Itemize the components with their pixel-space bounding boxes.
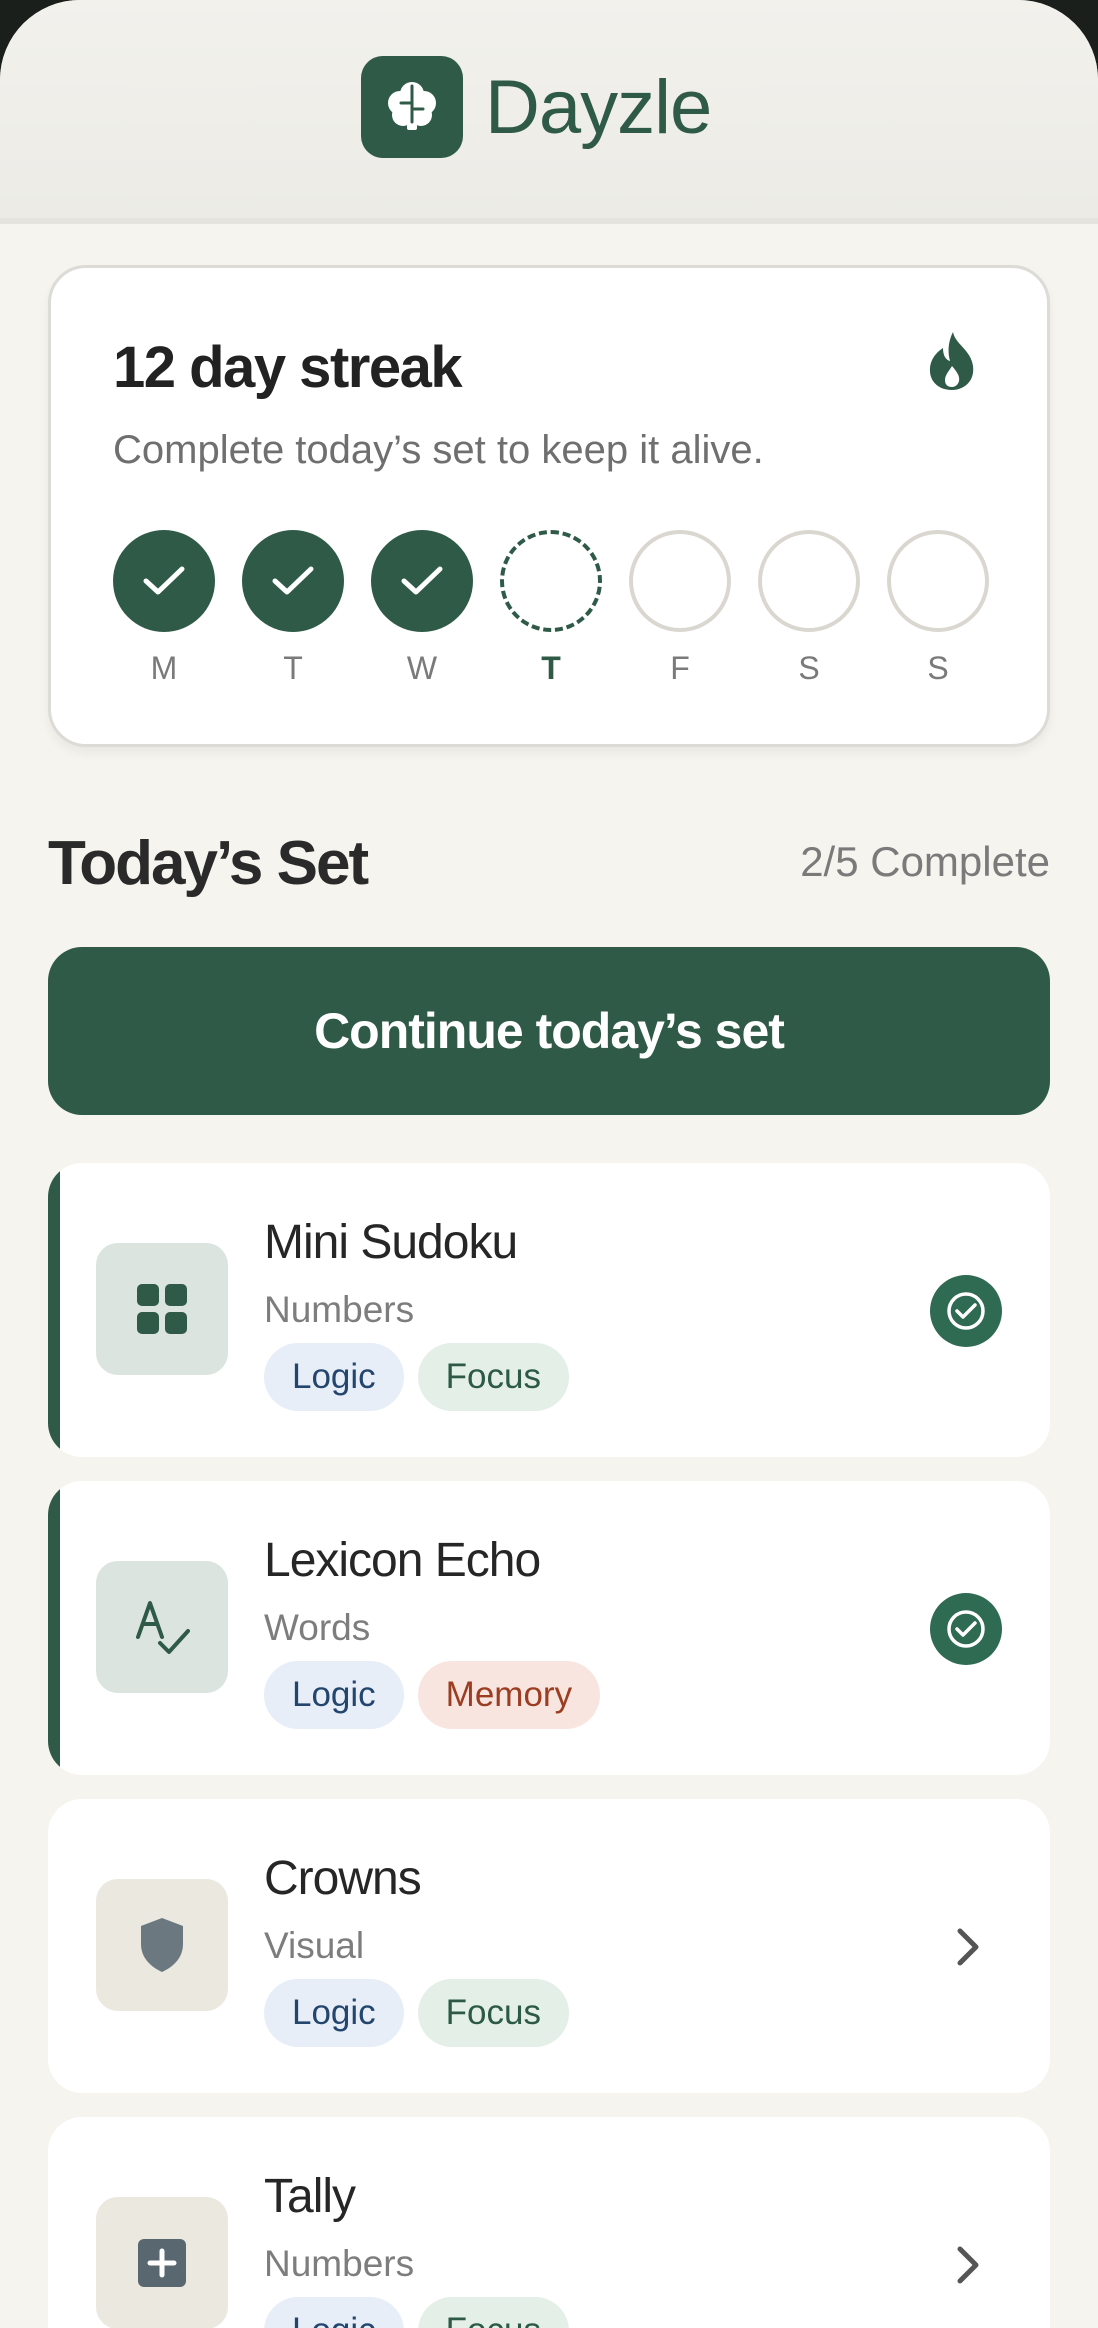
day-label: W [406, 650, 438, 686]
game-category: Visual [264, 1925, 365, 1966]
game-name: Mini Sudoku [264, 1216, 518, 1269]
game-card-mini-sudoku[interactable]: Mini Sudoku Numbers Logic Focus [48, 1163, 1050, 1457]
brand: Dayzle [361, 56, 712, 158]
day-label: S [927, 650, 949, 686]
app-screen: Dayzle 12 day streak Complete today’s se… [0, 0, 1098, 2328]
tag-logic: Logic [264, 1343, 404, 1411]
tag-list: Logic Focus [264, 2297, 569, 2328]
tag-logic: Logic [264, 2297, 404, 2328]
day-label: M [150, 650, 178, 686]
streak-subtitle: Complete today’s set to keep it alive. [113, 428, 764, 472]
completed-check-icon [930, 1593, 1002, 1665]
tag-logic: Logic [264, 1979, 404, 2047]
game-category: Words [264, 1607, 371, 1648]
day-sunday: S [887, 530, 989, 687]
grid-icon [96, 1243, 228, 1375]
continue-set-button[interactable]: Continue today’s set [48, 947, 1050, 1115]
game-name: Tally [264, 2170, 356, 2223]
progress-count: 2/5 Complete [800, 838, 1050, 885]
day-empty-circle [629, 530, 731, 632]
day-done-circle [371, 530, 473, 632]
brain-puzzle-icon [361, 56, 463, 158]
day-done-circle [242, 530, 344, 632]
tag-focus: Focus [417, 2297, 569, 2328]
streak-card: 12 day streak Complete today’s set to ke… [48, 265, 1050, 747]
day-thursday: T [500, 530, 602, 687]
app-header: Dayzle [0, 0, 1098, 224]
check-icon [401, 566, 443, 595]
game-card-lexicon-echo[interactable]: Lexicon Echo Words Logic Memory [48, 1481, 1050, 1775]
day-friday: F [629, 530, 731, 687]
tag-list: Logic Focus [264, 1979, 569, 2047]
tag-memory: Memory [417, 1661, 601, 1729]
shield-icon [96, 1879, 228, 2011]
streak-title: 12 day streak [113, 335, 463, 400]
game-card-tally[interactable]: Tally Numbers Logic Focus [48, 2117, 1050, 2328]
day-label: S [798, 650, 820, 686]
app-title: Dayzle [485, 64, 712, 150]
day-tuesday: T [242, 530, 344, 687]
chevron-right-icon [948, 2235, 988, 2295]
tag-focus: Focus [417, 1979, 569, 2047]
day-monday: M [113, 530, 215, 687]
day-empty-circle [758, 530, 860, 632]
tag-list: Logic Focus [264, 1343, 569, 1411]
check-icon [272, 566, 314, 595]
game-name: Crowns [264, 1852, 422, 1905]
day-wednesday: W [371, 530, 473, 687]
game-category: Numbers [264, 2243, 415, 2284]
check-icon [143, 566, 185, 595]
day-saturday: S [758, 530, 860, 687]
tag-logic: Logic [264, 1661, 404, 1729]
completed-check-icon [930, 1275, 1002, 1347]
game-card-crowns[interactable]: Crowns Visual Logic Focus [48, 1799, 1050, 2093]
day-done-circle [113, 530, 215, 632]
day-label: F [670, 650, 690, 686]
spellcheck-icon [96, 1561, 228, 1693]
game-name: Lexicon Echo [264, 1534, 541, 1587]
day-label: T [283, 650, 303, 686]
flame-icon [923, 330, 981, 392]
day-empty-circle [887, 530, 989, 632]
chevron-right-icon [948, 1917, 988, 1977]
weekday-tracker: M T W T F S S [113, 530, 993, 686]
plus-box-icon [96, 2197, 228, 2328]
tag-list: Logic Memory [264, 1661, 601, 1729]
day-label: T [541, 650, 561, 686]
game-category: Numbers [264, 1289, 415, 1330]
section-title: Today’s Set [48, 829, 369, 898]
tag-focus: Focus [417, 1343, 569, 1411]
day-today-circle [500, 530, 602, 632]
